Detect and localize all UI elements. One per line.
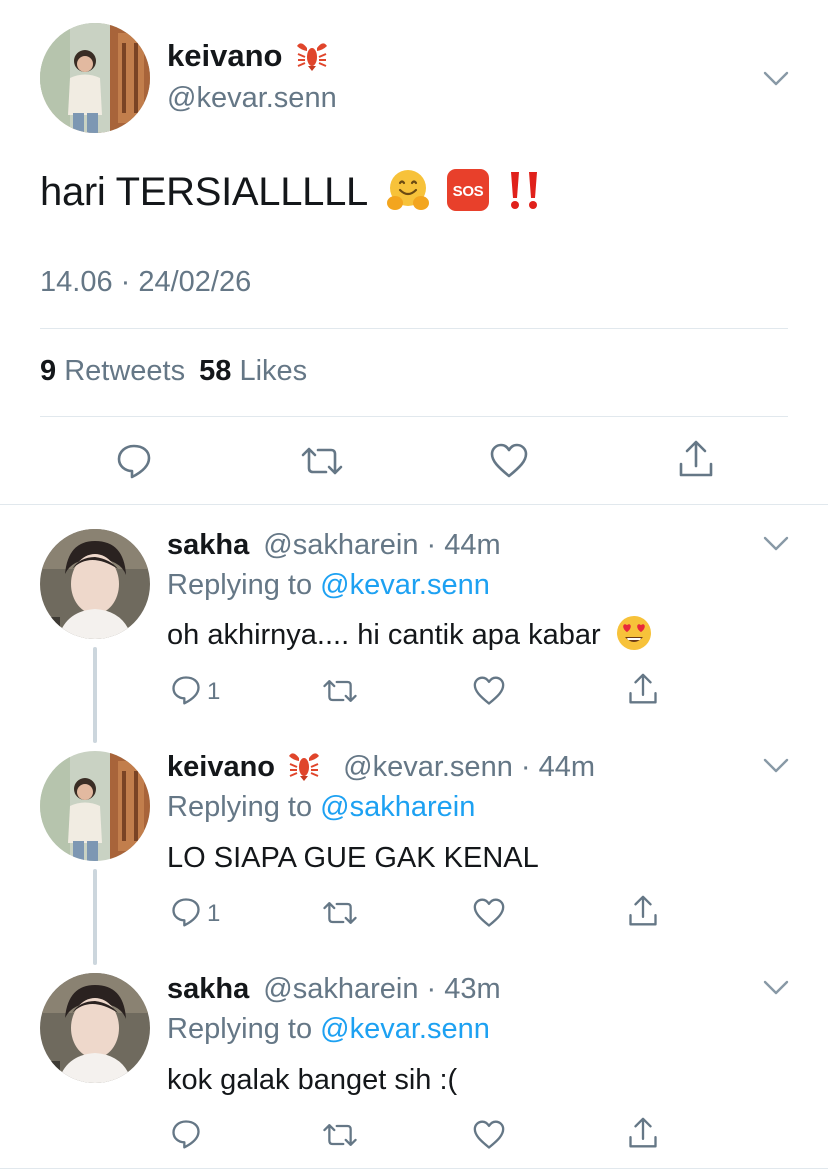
- reply-icon[interactable]: [116, 443, 152, 479]
- like-icon[interactable]: [473, 676, 505, 706]
- replying-prefix: Replying to: [167, 569, 313, 601]
- retweets-label: Retweets: [64, 355, 186, 387]
- retweet-icon[interactable]: [322, 678, 358, 704]
- replying-to-link[interactable]: @sakharein: [320, 791, 475, 823]
- retweets-stat[interactable]: 9 Retweets: [40, 355, 193, 387]
- tweet-text: hari TERSIALLLLL SOS: [40, 169, 543, 215]
- like-icon[interactable]: [473, 898, 505, 928]
- reply-text: LO SIAPA GUE GAK KENAL: [167, 842, 539, 874]
- reply-author-name[interactable]: sakha: [167, 973, 249, 1005]
- tweet-timestamp[interactable]: 14.06 · 24/02/26: [40, 266, 251, 299]
- replying-to-link[interactable]: @kevar.senn: [320, 1013, 490, 1045]
- chevron-down-icon[interactable]: [763, 980, 789, 995]
- author-name-text[interactable]: keivano: [167, 38, 282, 73]
- author-handle[interactable]: @kevar.senn: [167, 82, 337, 115]
- replying-to-link[interactable]: @kevar.senn: [320, 569, 490, 601]
- avatar-keivano[interactable]: [40, 751, 150, 861]
- share-icon[interactable]: [678, 440, 714, 478]
- replying-prefix: Replying to: [167, 1013, 313, 1045]
- reply-text-body: oh akhirnya.... hi cantik apa kabar: [167, 619, 601, 651]
- chevron-down-icon[interactable]: [763, 71, 789, 86]
- share-icon[interactable]: [628, 895, 658, 927]
- avatar-keivano[interactable]: [40, 23, 150, 133]
- replying-to: Replying to @sakharein: [167, 791, 475, 824]
- avatar-sakha[interactable]: [40, 529, 150, 639]
- retweet-icon[interactable]: [322, 900, 358, 926]
- author-name[interactable]: keivano: [167, 38, 329, 74]
- replying-prefix: Replying to: [167, 791, 313, 823]
- double-exclamation-emoji: [511, 172, 537, 210]
- replying-to: Replying to @kevar.senn: [167, 1013, 490, 1046]
- divider: [40, 416, 788, 417]
- reply-meta: @sakharein · 44m: [263, 529, 501, 561]
- svg-text:SOS: SOS: [453, 183, 484, 200]
- reply-icon[interactable]: [171, 897, 201, 927]
- likes-label: Likes: [239, 355, 308, 387]
- reply-author[interactable]: sakha @sakharein · 43m: [167, 973, 501, 1006]
- lobster-emoji: [297, 43, 328, 71]
- divider: [40, 328, 788, 329]
- chevron-down-icon[interactable]: [763, 758, 789, 773]
- tweet-stats: 9 Retweets 58 Likes: [40, 355, 307, 388]
- thread-line: [93, 647, 97, 743]
- retweet-icon[interactable]: [300, 446, 344, 476]
- chevron-down-icon[interactable]: [763, 536, 789, 551]
- reply-author-name[interactable]: sakha: [167, 529, 249, 561]
- thread-line: [93, 869, 97, 965]
- hugging-face-emoji: [387, 170, 430, 211]
- reply-meta: @sakharein · 43m: [263, 973, 501, 1005]
- replying-to: Replying to @kevar.senn: [167, 569, 490, 602]
- avatar-sakha[interactable]: [40, 973, 150, 1083]
- like-icon[interactable]: [473, 1120, 505, 1150]
- reply-text: kok galak banget sih :(: [167, 1064, 458, 1096]
- tweet-text-body: hari TERSIALLLLL: [40, 170, 367, 214]
- reply-text: oh akhirnya.... hi cantik apa kabar: [167, 616, 653, 652]
- reply-count: 1: [207, 900, 221, 927]
- reply-count: 1: [207, 678, 221, 705]
- likes-stat[interactable]: 58 Likes: [199, 355, 307, 387]
- section-divider: [0, 504, 828, 505]
- section-divider: [0, 1168, 828, 1169]
- likes-count: 58: [199, 355, 232, 387]
- retweet-icon[interactable]: [322, 1122, 358, 1148]
- reply-handle[interactable]: @sakharein: [263, 973, 418, 1005]
- reply-meta: @kevar.senn · 44m: [343, 751, 596, 783]
- heart-eyes-emoji: [616, 616, 651, 651]
- reply-author[interactable]: sakha @sakharein · 44m: [167, 529, 501, 562]
- share-icon[interactable]: [628, 673, 658, 705]
- share-icon[interactable]: [628, 1117, 658, 1149]
- reply-icon[interactable]: [171, 675, 201, 705]
- reply-author-name[interactable]: keivano: [167, 751, 275, 783]
- reply-time[interactable]: 44m: [444, 529, 500, 561]
- like-icon[interactable]: [490, 443, 528, 479]
- retweets-count: 9: [40, 355, 57, 387]
- reply-icon[interactable]: [171, 1119, 201, 1149]
- reply-time[interactable]: 43m: [444, 973, 500, 1005]
- reply-handle[interactable]: @kevar.senn: [343, 751, 513, 783]
- lobster-emoji: [289, 753, 320, 782]
- reply-time[interactable]: 44m: [539, 751, 595, 783]
- reply-handle[interactable]: @sakharein: [263, 529, 418, 561]
- sos-emoji: SOS: [447, 169, 490, 212]
- reply-author[interactable]: keivano @kevar.senn · 44m: [167, 751, 595, 784]
